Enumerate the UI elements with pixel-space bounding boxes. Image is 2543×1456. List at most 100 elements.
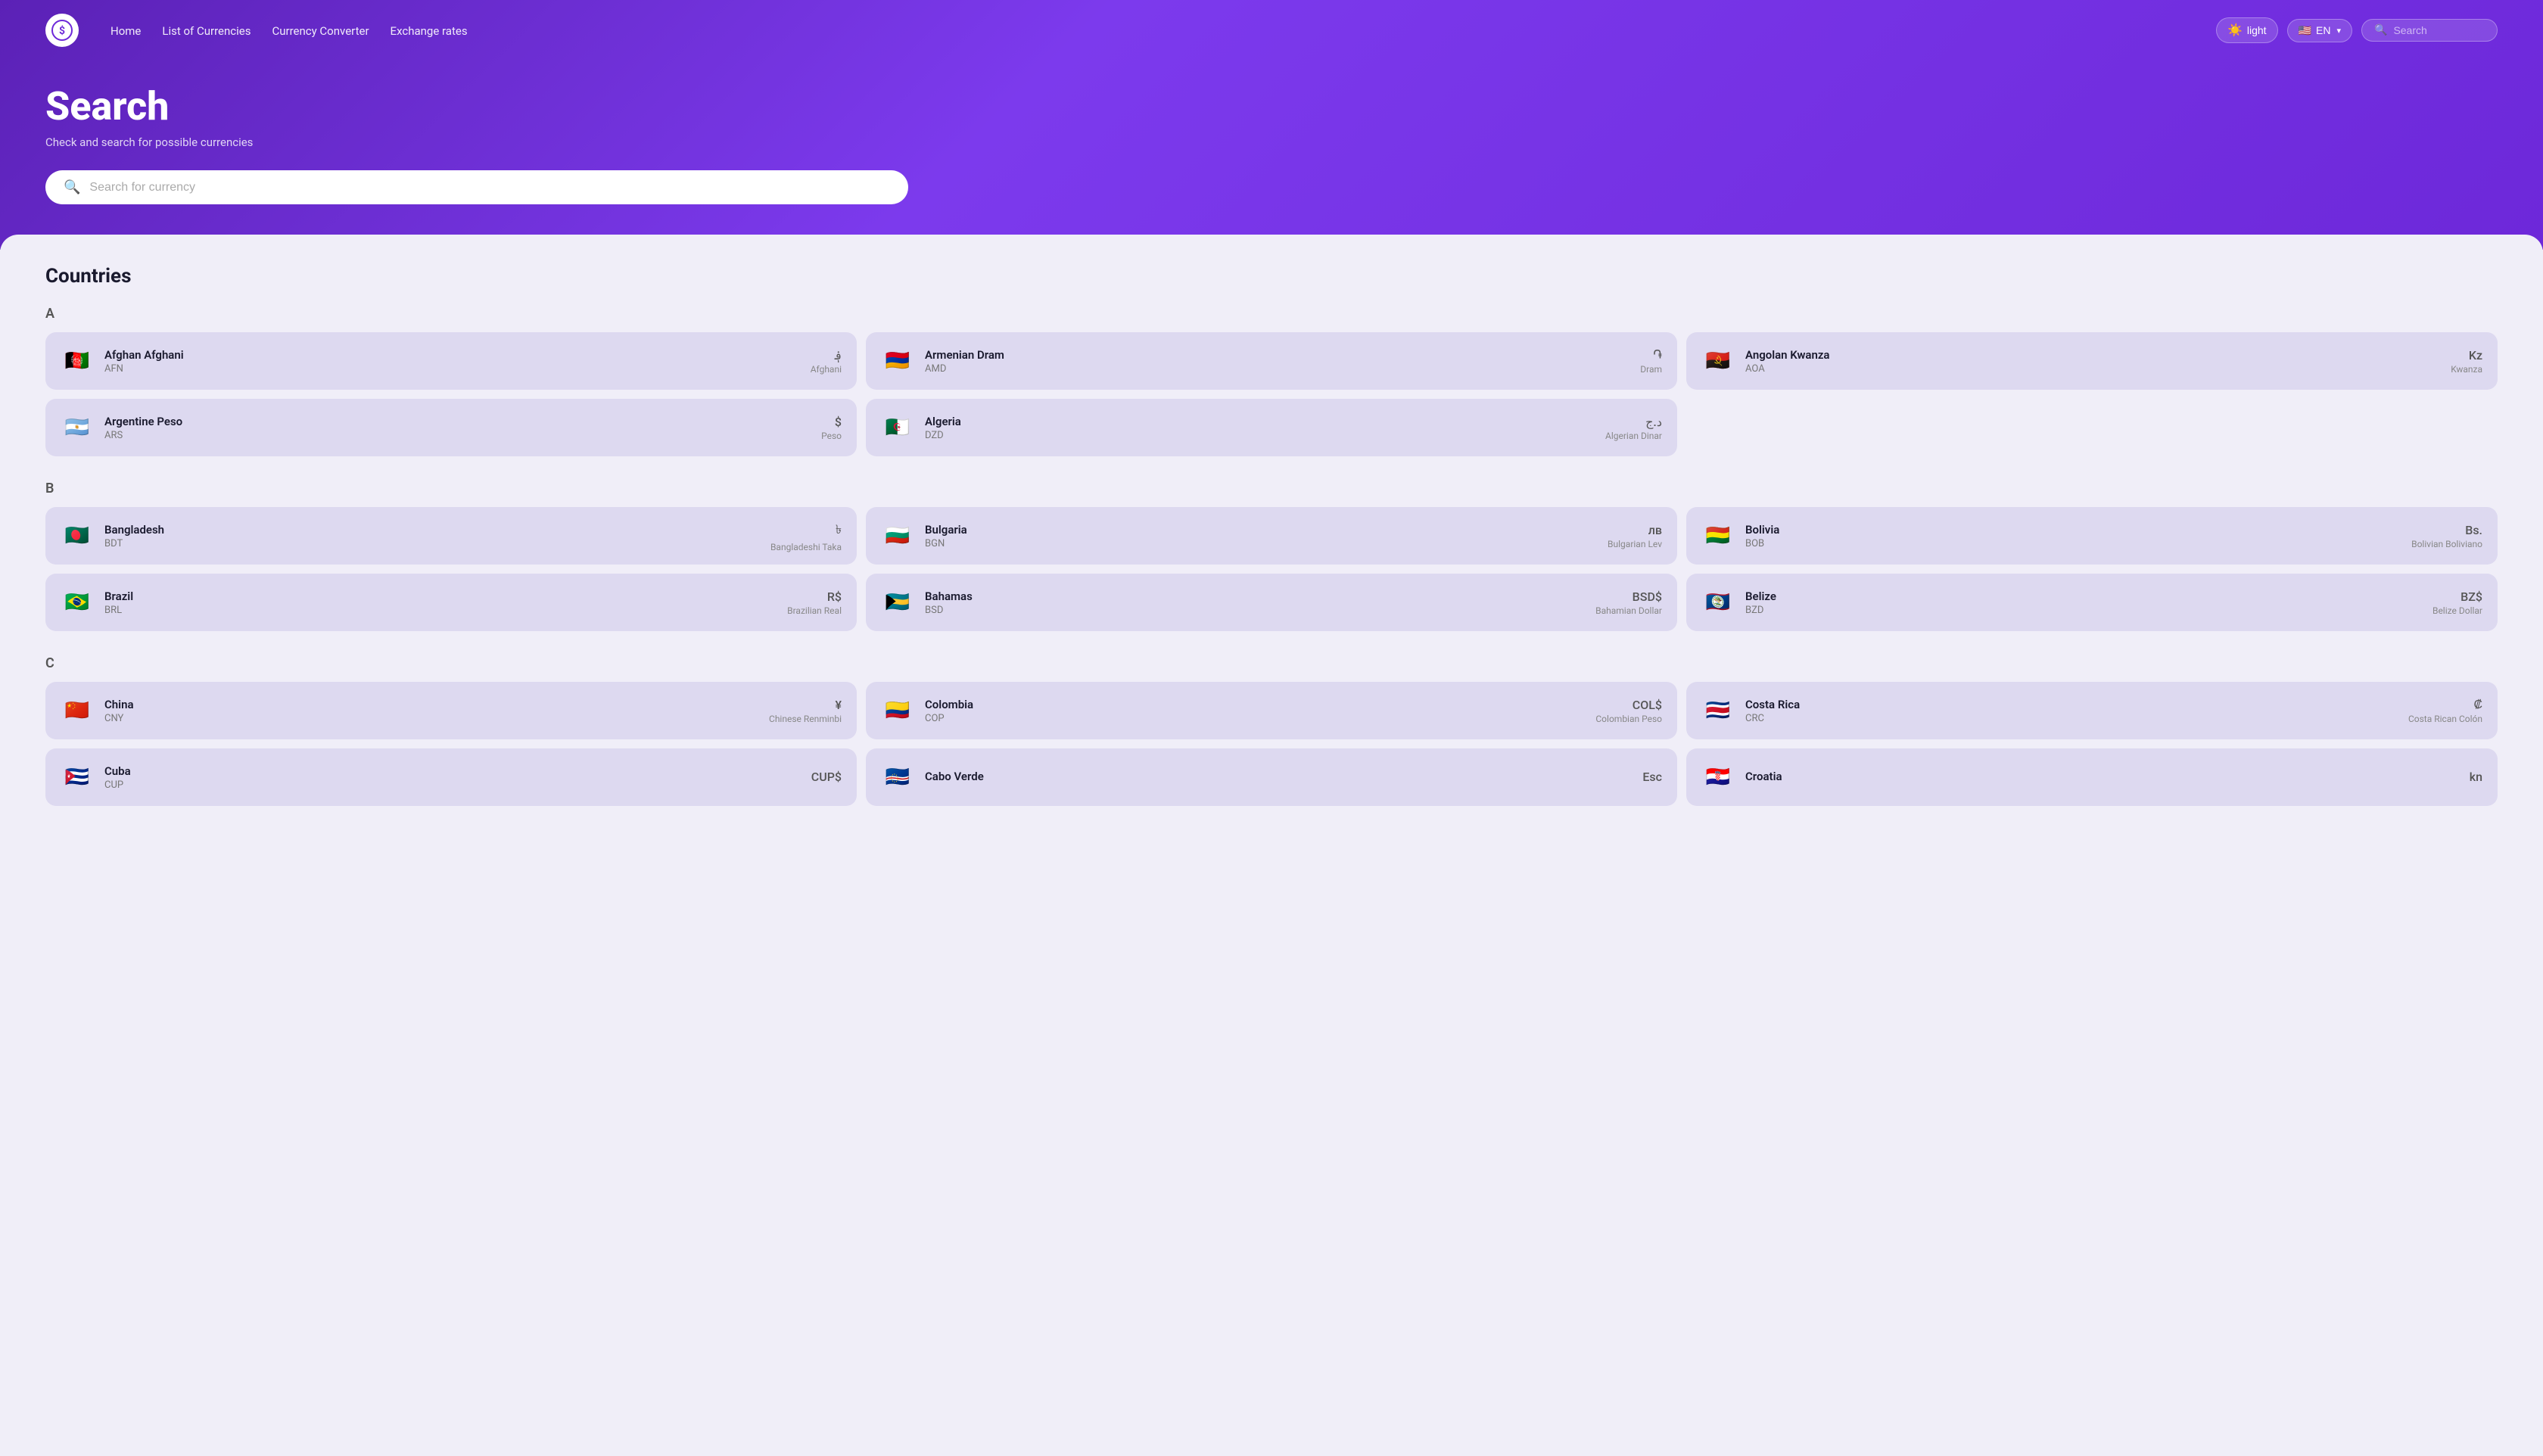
nav-exchange-rates[interactable]: Exchange rates: [391, 24, 468, 38]
flag-icon: 🇦🇲: [881, 344, 914, 378]
currency-symbol: د.ج: [1605, 415, 1662, 429]
letter-group-b: B 🇧🇩 Bangladesh BDT ৳ Bangladeshi Taka 🇧…: [45, 481, 2498, 631]
currency-full-name: Belize Dollar: [2433, 605, 2482, 616]
currency-full-name: Kwanza: [2451, 364, 2482, 375]
letter-group-c: C 🇨🇳 China CNY ¥ Chinese Renminbi 🇨🇴 Col…: [45, 655, 2498, 806]
currency-code: BGN: [925, 538, 1597, 549]
currency-full-name: Brazilian Real: [787, 605, 842, 616]
currency-symbol: COL$: [1595, 698, 1662, 712]
letter-label: C: [45, 655, 2498, 671]
flag-icon: 🇦🇫: [61, 344, 94, 378]
flag-icon: 🇨🇴: [881, 694, 914, 727]
currency-card[interactable]: 🇧🇿 Belize BZD BZ$ Belize Dollar: [1686, 574, 2498, 631]
currency-name: Algeria: [925, 415, 1595, 428]
currency-info: Belize BZD: [1745, 590, 2422, 616]
currency-card[interactable]: 🇦🇫 Afghan Afghani AFN ؋ Afghani: [45, 332, 857, 390]
currency-symbol-area: ؋ Afghani: [811, 348, 842, 375]
currency-code: CNY: [104, 713, 758, 724]
search-icon: 🔍: [2374, 24, 2387, 36]
currency-symbol: BSD$: [1595, 590, 1662, 604]
currency-full-name: Bangladeshi Taka: [770, 542, 842, 552]
currency-search-input[interactable]: [89, 181, 890, 194]
currency-info: Cabo Verde: [925, 770, 1632, 785]
currency-card[interactable]: 🇦🇴 Angolan Kwanza AOA Kz Kwanza: [1686, 332, 2498, 390]
sun-icon: ☀️: [2227, 23, 2243, 38]
currency-code: AMD: [925, 363, 1629, 375]
currency-symbol-area: ¥ Chinese Renminbi: [769, 698, 842, 724]
currency-card[interactable]: 🇨🇴 Colombia COP COL$ Colombian Peso: [866, 682, 1677, 739]
currency-code: BDT: [104, 538, 760, 549]
currency-card[interactable]: 🇭🇷 Croatia kn: [1686, 748, 2498, 806]
main-search-box[interactable]: 🔍: [45, 170, 908, 204]
currency-symbol-area: ֏ Dram: [1640, 347, 1662, 375]
currency-name: Brazil: [104, 590, 777, 603]
currency-card[interactable]: 🇧🇸 Bahamas BSD BSD$ Bahamian Dollar: [866, 574, 1677, 631]
currency-code: AOA: [1745, 363, 2440, 375]
logo-icon: $: [45, 14, 79, 47]
nav-search-input[interactable]: [2393, 24, 2485, 36]
currency-card[interactable]: 🇨🇷 Costa Rica CRC ₡ Costa Rican Colón: [1686, 682, 2498, 739]
currency-full-name: Dram: [1640, 364, 1662, 375]
currency-code: COP: [925, 713, 1585, 724]
flag-icon: 🇦🇷: [61, 411, 94, 444]
currency-card[interactable]: 🇦🇷 Argentine Peso ARS $ Peso: [45, 399, 857, 456]
currency-card[interactable]: 🇧🇩 Bangladesh BDT ৳ Bangladeshi Taka: [45, 507, 857, 565]
currency-card[interactable]: 🇦🇲 Armenian Dram AMD ֏ Dram: [866, 332, 1677, 390]
currency-code: DZD: [925, 430, 1595, 441]
currency-full-name: Colombian Peso: [1595, 714, 1662, 724]
currency-name: China: [104, 698, 758, 711]
currency-info: Croatia: [1745, 770, 2459, 785]
theme-toggle[interactable]: ☀️ light: [2216, 17, 2278, 43]
currency-card[interactable]: 🇧🇴 Bolivia BOB Bs. Bolivian Boliviano: [1686, 507, 2498, 565]
currency-info: Algeria DZD: [925, 415, 1595, 441]
currency-symbol: ֏: [1640, 347, 1662, 362]
flag-icon: 🇨🇳: [61, 694, 94, 727]
nav-search[interactable]: 🔍: [2361, 19, 2498, 42]
currency-symbol-area: د.ج Algerian Dinar: [1605, 415, 1662, 441]
currency-symbol: kn: [2470, 770, 2482, 784]
currency-name: Afghan Afghani: [104, 348, 800, 362]
page-title: Search: [45, 83, 2498, 129]
currency-card[interactable]: 🇨🇻 Cabo Verde Esc: [866, 748, 1677, 806]
currency-symbol: CUP$: [811, 770, 842, 784]
search-icon-main: 🔍: [64, 179, 80, 195]
currency-info: Cuba CUP: [104, 764, 801, 791]
currency-name: Bulgaria: [925, 523, 1597, 537]
flag-icon: 🇧🇸: [881, 586, 914, 619]
currency-symbol: ₡: [2408, 697, 2482, 712]
currency-symbol: ৳: [770, 520, 842, 540]
currency-card[interactable]: 🇨🇺 Cuba CUP CUP$: [45, 748, 857, 806]
currency-grid: 🇦🇫 Afghan Afghani AFN ؋ Afghani 🇦🇲 Armen…: [45, 332, 2498, 456]
currency-name: Cabo Verde: [925, 770, 1632, 783]
currency-info: China CNY: [104, 698, 758, 724]
currency-symbol-area: CUP$: [811, 770, 842, 786]
nav-list-currencies[interactable]: List of Currencies: [162, 24, 251, 38]
currency-name: Colombia: [925, 698, 1585, 711]
currency-symbol-area: ₡ Costa Rican Colón: [2408, 697, 2482, 724]
currency-card[interactable]: 🇩🇿 Algeria DZD د.ج Algerian Dinar: [866, 399, 1677, 456]
logo[interactable]: $: [45, 14, 79, 47]
currency-card[interactable]: 🇨🇳 China CNY ¥ Chinese Renminbi: [45, 682, 857, 739]
countries-section-title: Countries: [45, 265, 2498, 288]
currency-symbol-area: BZ$ Belize Dollar: [2433, 590, 2482, 616]
currency-info: Bahamas BSD: [925, 590, 1585, 616]
lang-label: EN: [2316, 24, 2330, 36]
currency-symbol: лв: [1608, 523, 1662, 537]
currency-info: Bolivia BOB: [1745, 523, 2401, 549]
svg-text:$: $: [59, 24, 65, 37]
language-selector[interactable]: 🇺🇸 EN ▾: [2287, 19, 2352, 42]
flag-icon: 🇭🇷: [1701, 761, 1735, 794]
currency-info: Brazil BRL: [104, 590, 777, 616]
currency-info: Afghan Afghani AFN: [104, 348, 800, 375]
nav-currency-converter[interactable]: Currency Converter: [272, 24, 369, 38]
letter-group-a: A 🇦🇫 Afghan Afghani AFN ؋ Afghani 🇦🇲 Arm…: [45, 306, 2498, 456]
currency-card[interactable]: 🇧🇬 Bulgaria BGN лв Bulgarian Lev: [866, 507, 1677, 565]
currency-info: Bangladesh BDT: [104, 523, 760, 549]
flag-icon: 🇦🇴: [1701, 344, 1735, 378]
flag-icon: 🇧🇬: [881, 519, 914, 552]
currency-card[interactable]: 🇧🇷 Brazil BRL R$ Brazilian Real: [45, 574, 857, 631]
currency-full-name: Algerian Dinar: [1605, 431, 1662, 441]
flag-icon: 🇧🇷: [61, 586, 94, 619]
currency-name: Cuba: [104, 764, 801, 778]
nav-home[interactable]: Home: [110, 24, 141, 38]
